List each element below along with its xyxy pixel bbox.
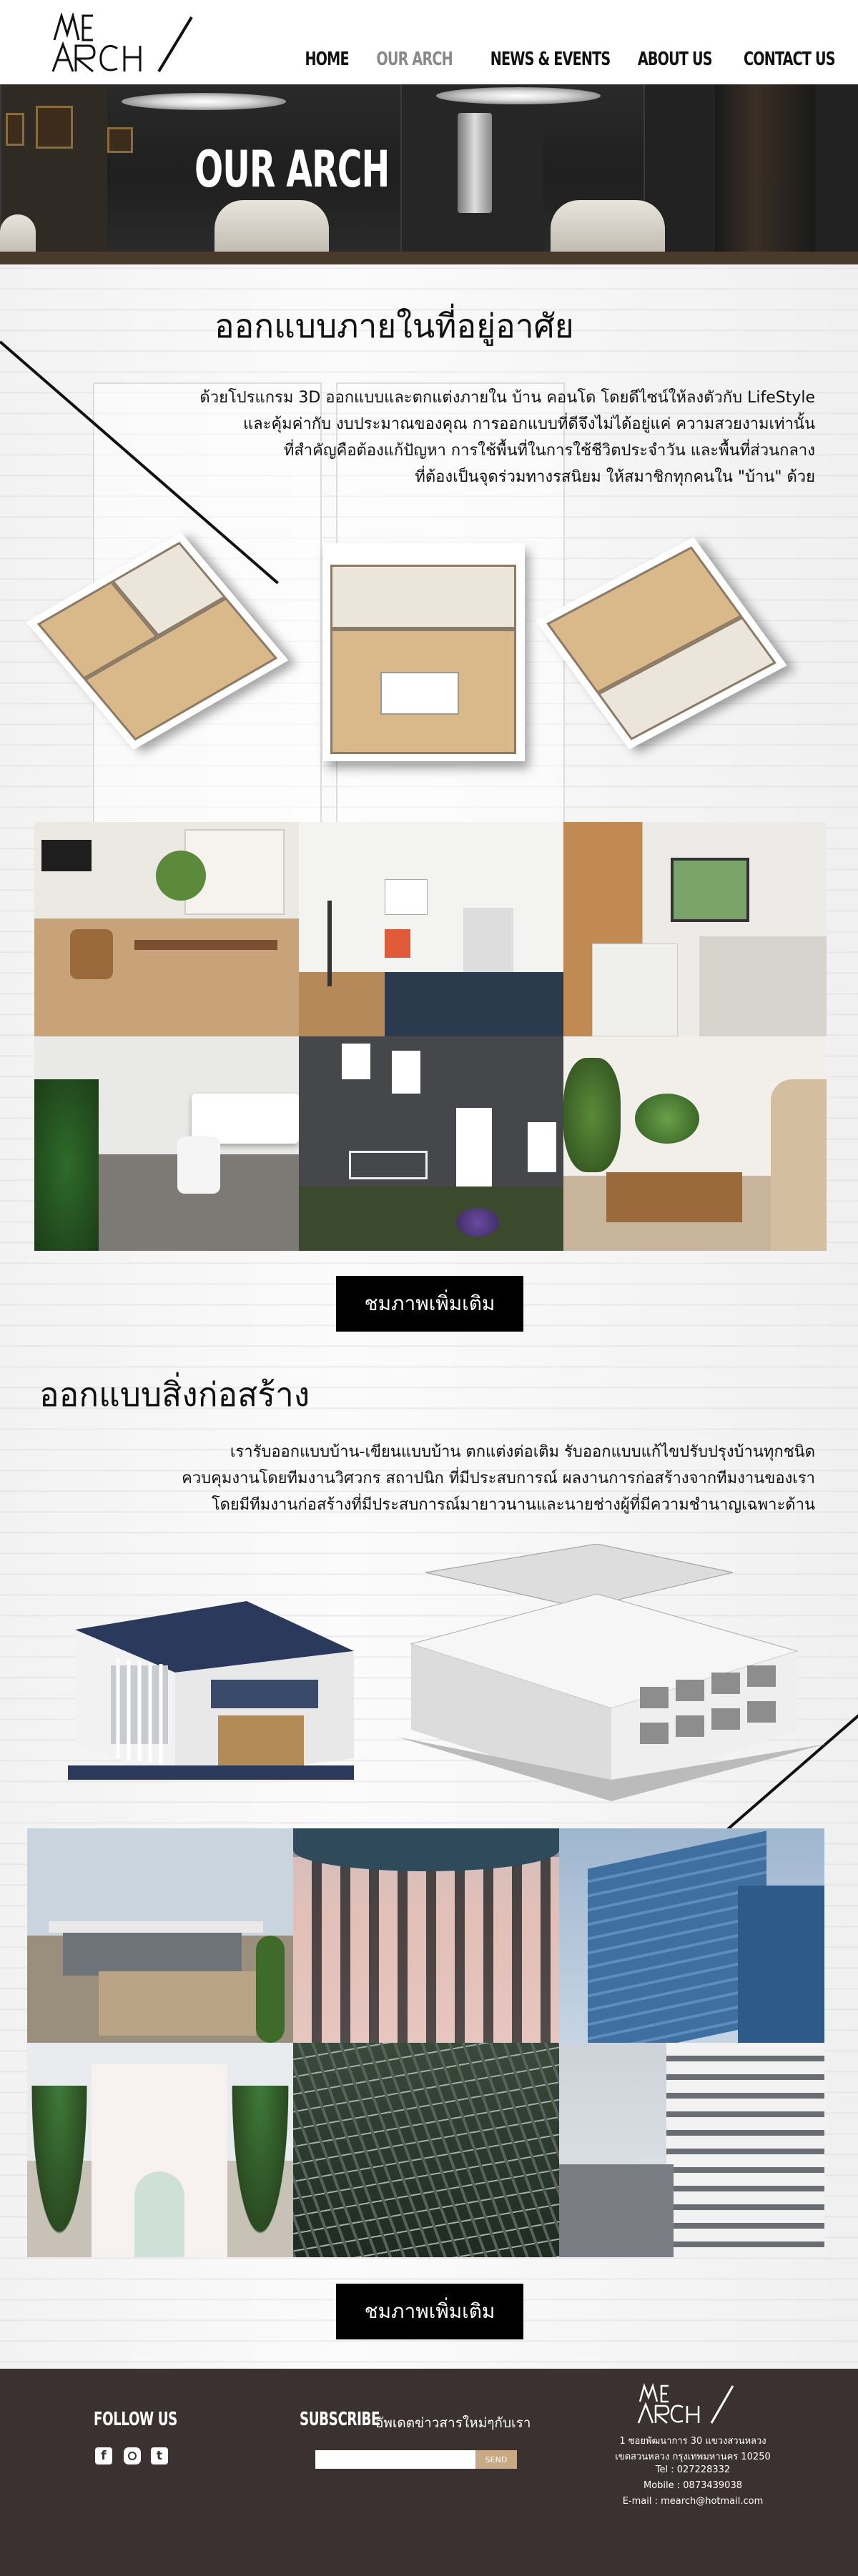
nav-home[interactable]: HOME [305,49,349,70]
instagram-icon[interactable] [124,2447,141,2464]
main-nav: HOME OUR ARCH NEWS & EVENTS ABOUT US CON… [295,49,836,70]
subscribe-send-button[interactable]: SEND [475,2450,517,2469]
construction-line: ควบคุมงานโดยทีมงานวิศวกร สถาปนิก ที่มีปร… [182,1470,815,1487]
hero-lamp [436,87,601,104]
site-header: HOME OUR ARCH NEWS & EVENTS ABOUT US CON… [0,0,858,84]
subscribe-text: อัพเดตข่าวสารใหม่ๆกับเรา [375,2415,531,2431]
construction-title: ออกแบบสิ่งก่อสร้าง [39,1375,310,1414]
interior-title: ออกแบบภายในที่อยู่อาศัย [214,307,574,345]
interior-more-button[interactable]: ชมภาพเพิ่มเติม [336,1276,523,1332]
footer-address-1: 1 ซอยพัฒนาการ 30 แขวงสวนหลวง [619,2436,766,2447]
interior-line: และคุ้มค่ากับ งบประมาณของคุณ การออกแบบที… [242,415,815,433]
construction-description: เรารับออกแบบบ้าน-เขียนแบบบ้าน ตกแต่งต่อเ… [43,1439,815,1518]
building-render-left [68,1572,354,1780]
floorplan-bed [380,672,459,715]
gallery-photo-pink-building[interactable] [293,1828,559,2043]
gallery-photo-modern-house[interactable] [27,1828,293,2043]
building-render-right [397,1543,826,1801]
gallery-photo-bathroom[interactable] [34,1036,299,1251]
gallery-photo-kitchen[interactable] [563,822,827,1036]
nav-our-arch[interactable]: OUR ARCH [377,49,453,70]
hero-frame [6,113,24,146]
hero-frame [36,106,73,149]
floorplan-center [323,543,525,761]
footer-logo[interactable] [637,2383,737,2426]
construction-line: โดยมีทีมงานก่อสร้างที่มีประสบการณ์มายาวน… [211,1496,815,1514]
gallery-photo-living[interactable] [34,822,299,1036]
hero-banner: OUR ARCH [0,84,858,264]
logo[interactable] [51,11,194,74]
construction-more-button[interactable]: ชมภาพเพิ่มเติม [336,2284,523,2339]
hero-frame [107,127,133,153]
gallery-photo-white-house[interactable] [27,2043,293,2257]
interior-gallery [34,822,827,1251]
nav-about-us[interactable]: ABOUT US [638,49,713,70]
interior-line: ที่สำคัญคือต้องแก้ปัญหา การใช้พื้นที่ในก… [283,442,815,460]
logo-mark [51,11,193,73]
follow-us-title: FOLLOW US [94,2409,177,2430]
subscribe-email-input[interactable] [315,2450,475,2469]
gallery-photo-dark-tower[interactable] [293,2043,559,2257]
floorplan-right [536,537,787,750]
site-footer: FOLLOW US f t SUBSCRIBE อัพเดตข่าวสารใหม… [0,2369,858,2576]
hero-title: OUR ARCH [194,140,390,199]
facebook-icon[interactable]: f [95,2447,112,2464]
hero-curtain [715,84,815,264]
interior-line: ด้วยโปรแกรม 3D ออกแบบและตกแต่งภายใน บ้าน… [199,389,815,407]
gallery-photo-plants[interactable] [563,1036,827,1251]
subscribe-title: SUBSCRIBE [300,2409,380,2430]
twitter-icon[interactable]: t [151,2447,168,2464]
construction-gallery [27,1828,824,2257]
footer-tel: Tel : 027228332 [655,2464,731,2475]
footer-email: E-mail : mearch@hotmail.com [622,2496,764,2507]
hero-table [0,252,858,264]
page: HOME OUR ARCH NEWS & EVENTS ABOUT US CON… [0,0,858,2576]
footer-address-2: เขตสวนหลวง กรุงเทพมหานคร 10250 [615,2452,771,2462]
gallery-photo-stacked-building[interactable] [559,2043,824,2257]
hero-lamp [122,93,286,110]
hero-mirror [458,113,492,213]
gallery-photo-bedroom[interactable] [299,822,563,1036]
nav-contact-us[interactable]: CONTACT US [744,49,836,70]
interior-line: ที่ต้องเป็นจุดร่วมทางรสนิยม ให้สมาชิกทุก… [415,468,815,486]
construction-line: เรารับออกแบบบ้าน-เขียนแบบบ้าน ตกแต่งต่อเ… [230,1443,815,1461]
gallery-photo-glass-tower[interactable] [559,1828,824,2043]
nav-news-events[interactable]: NEWS & EVENTS [490,49,611,70]
floorplan-room [330,565,516,629]
interior-description: ด้วยโปรแกรม 3D ออกแบบและตกแต่งภายใน บ้าน… [100,385,815,490]
footer-mobile: Mobile : 0873439038 [644,2480,742,2491]
gallery-photo-house-exterior[interactable] [299,1036,563,1251]
